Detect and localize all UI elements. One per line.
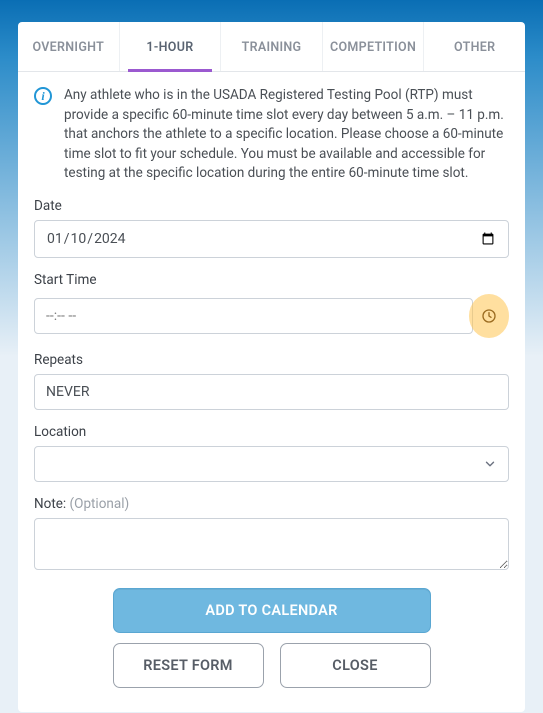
start-time-label: Start Time	[34, 272, 509, 288]
repeats-field-group: Repeats	[34, 352, 509, 410]
info-text: Any athlete who is in the USADA Register…	[64, 86, 509, 184]
tab-training[interactable]: TRAINING	[221, 22, 323, 71]
primary-button-row: ADD TO CALENDAR	[34, 588, 509, 633]
tab-bar: OVERNIGHT 1-HOUR TRAINING COMPETITION OT…	[18, 22, 525, 72]
date-field-group: Date	[34, 198, 509, 258]
info-row: i Any athlete who is in the USADA Regist…	[34, 86, 509, 184]
note-textarea[interactable]	[34, 518, 509, 570]
add-to-calendar-button[interactable]: ADD TO CALENDAR	[113, 588, 431, 633]
repeats-label: Repeats	[34, 352, 509, 368]
secondary-button-row: RESET FORM CLOSE	[34, 643, 509, 688]
time-highlight	[469, 294, 509, 338]
tab-overnight[interactable]: OVERNIGHT	[18, 22, 120, 71]
info-icon: i	[34, 87, 52, 105]
location-field-group: Location	[34, 424, 509, 482]
date-label: Date	[34, 198, 509, 214]
repeats-input[interactable]	[34, 374, 509, 410]
clock-icon[interactable]	[481, 308, 497, 324]
reset-form-button[interactable]: RESET FORM	[113, 643, 264, 688]
date-input[interactable]	[34, 220, 509, 258]
start-time-input[interactable]	[34, 298, 473, 334]
close-button[interactable]: CLOSE	[280, 643, 431, 688]
tab-1-hour[interactable]: 1-HOUR	[120, 22, 222, 71]
note-label: Note: (Optional)	[34, 496, 509, 512]
note-field-group: Note: (Optional)	[34, 496, 509, 574]
tab-competition[interactable]: COMPETITION	[323, 22, 425, 71]
location-select[interactable]	[34, 446, 509, 482]
location-label: Location	[34, 424, 509, 440]
start-time-field-group: Start Time	[34, 272, 509, 338]
tab-other[interactable]: OTHER	[424, 22, 525, 71]
tab-content: i Any athlete who is in the USADA Regist…	[18, 72, 525, 712]
schedule-modal: OVERNIGHT 1-HOUR TRAINING COMPETITION OT…	[18, 22, 525, 712]
